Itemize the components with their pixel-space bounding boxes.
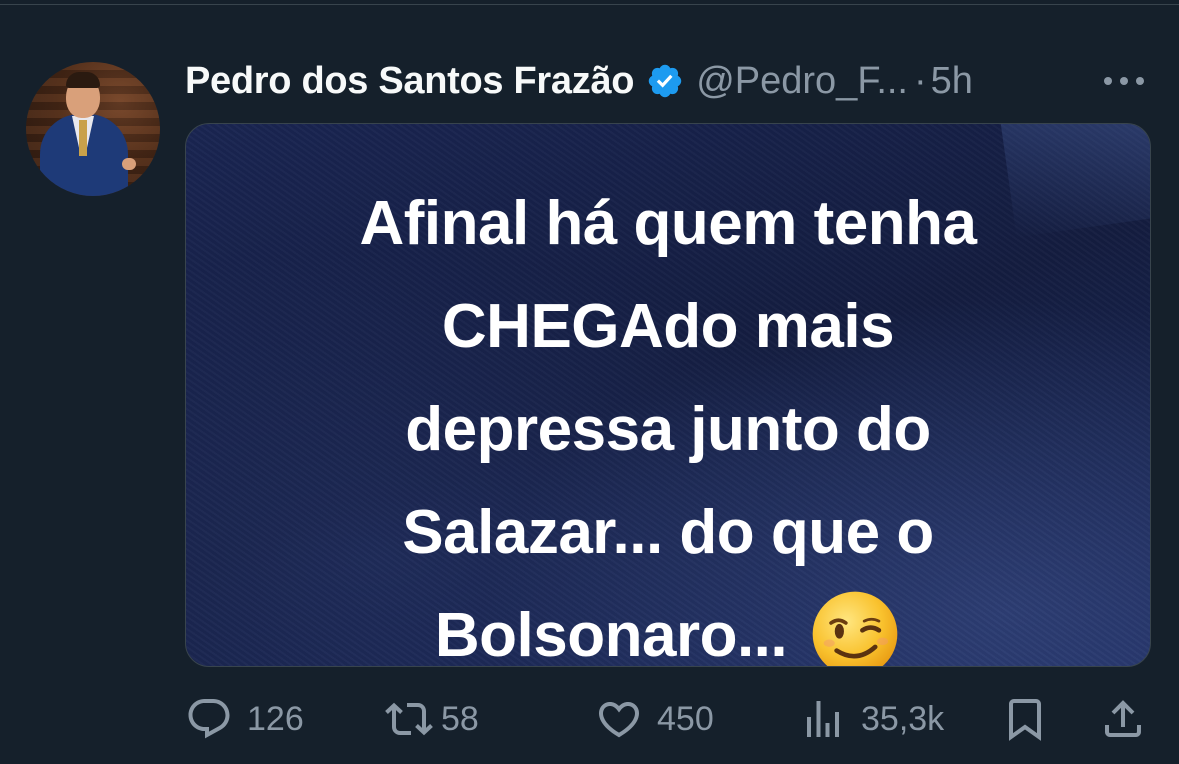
- bookmark-icon: [1009, 699, 1041, 741]
- retweet-icon: [385, 702, 433, 736]
- author-display-name[interactable]: Pedro dos Santos Frazão: [185, 60, 635, 103]
- retweet-count: 58: [441, 699, 479, 738]
- tweet-timestamp[interactable]: 5h: [931, 60, 973, 103]
- tweet-media-image[interactable]: Afinal há quem tenha CHEGAdo mais depres…: [185, 123, 1151, 667]
- tweet-screen: Pedro dos Santos Frazão @Pedro_F... · 5h…: [0, 0, 1179, 764]
- media-text-line: Afinal há quem tenha: [359, 189, 977, 258]
- reply-button[interactable]: 126: [185, 694, 304, 744]
- media-text-line: Salazar... do que o: [402, 498, 934, 567]
- like-button[interactable]: 450: [595, 694, 714, 744]
- author-avatar[interactable]: [26, 62, 160, 196]
- more-icon[interactable]: [1098, 64, 1150, 98]
- bookmark-button[interactable]: [1001, 694, 1049, 744]
- views-button[interactable]: 35,3k: [799, 694, 944, 744]
- tweet-header: Pedro dos Santos Frazão @Pedro_F... · 5h: [185, 56, 973, 106]
- header-separator: ·: [914, 59, 927, 102]
- like-icon: [598, 702, 640, 738]
- retweet-button[interactable]: 58: [385, 694, 479, 744]
- verified-badge-icon[interactable]: [646, 62, 684, 100]
- winking-face-emoji-icon: [812, 591, 898, 666]
- share-button[interactable]: [1099, 694, 1147, 744]
- media-text-line: CHEGAdo mais: [441, 292, 895, 361]
- reply-icon: [188, 699, 230, 739]
- media-text-line: depressa junto do: [405, 395, 931, 464]
- media-text-line-last: Bolsonaro...: [186, 584, 1150, 667]
- tweet-actions-bar: 126 58 450 35,3k: [185, 694, 1151, 744]
- author-handle[interactable]: @Pedro_F...: [696, 60, 908, 103]
- views-icon: [807, 701, 839, 737]
- reply-count: 126: [247, 699, 304, 738]
- share-icon: [1105, 700, 1141, 737]
- like-count: 450: [657, 699, 714, 738]
- views-count: 35,3k: [861, 699, 945, 738]
- media-caption-text: Afinal há quem tenha CHEGAdo mais depres…: [186, 172, 1150, 667]
- media-text-line: Bolsonaro...: [434, 601, 788, 667]
- top-divider: [0, 4, 1179, 5]
